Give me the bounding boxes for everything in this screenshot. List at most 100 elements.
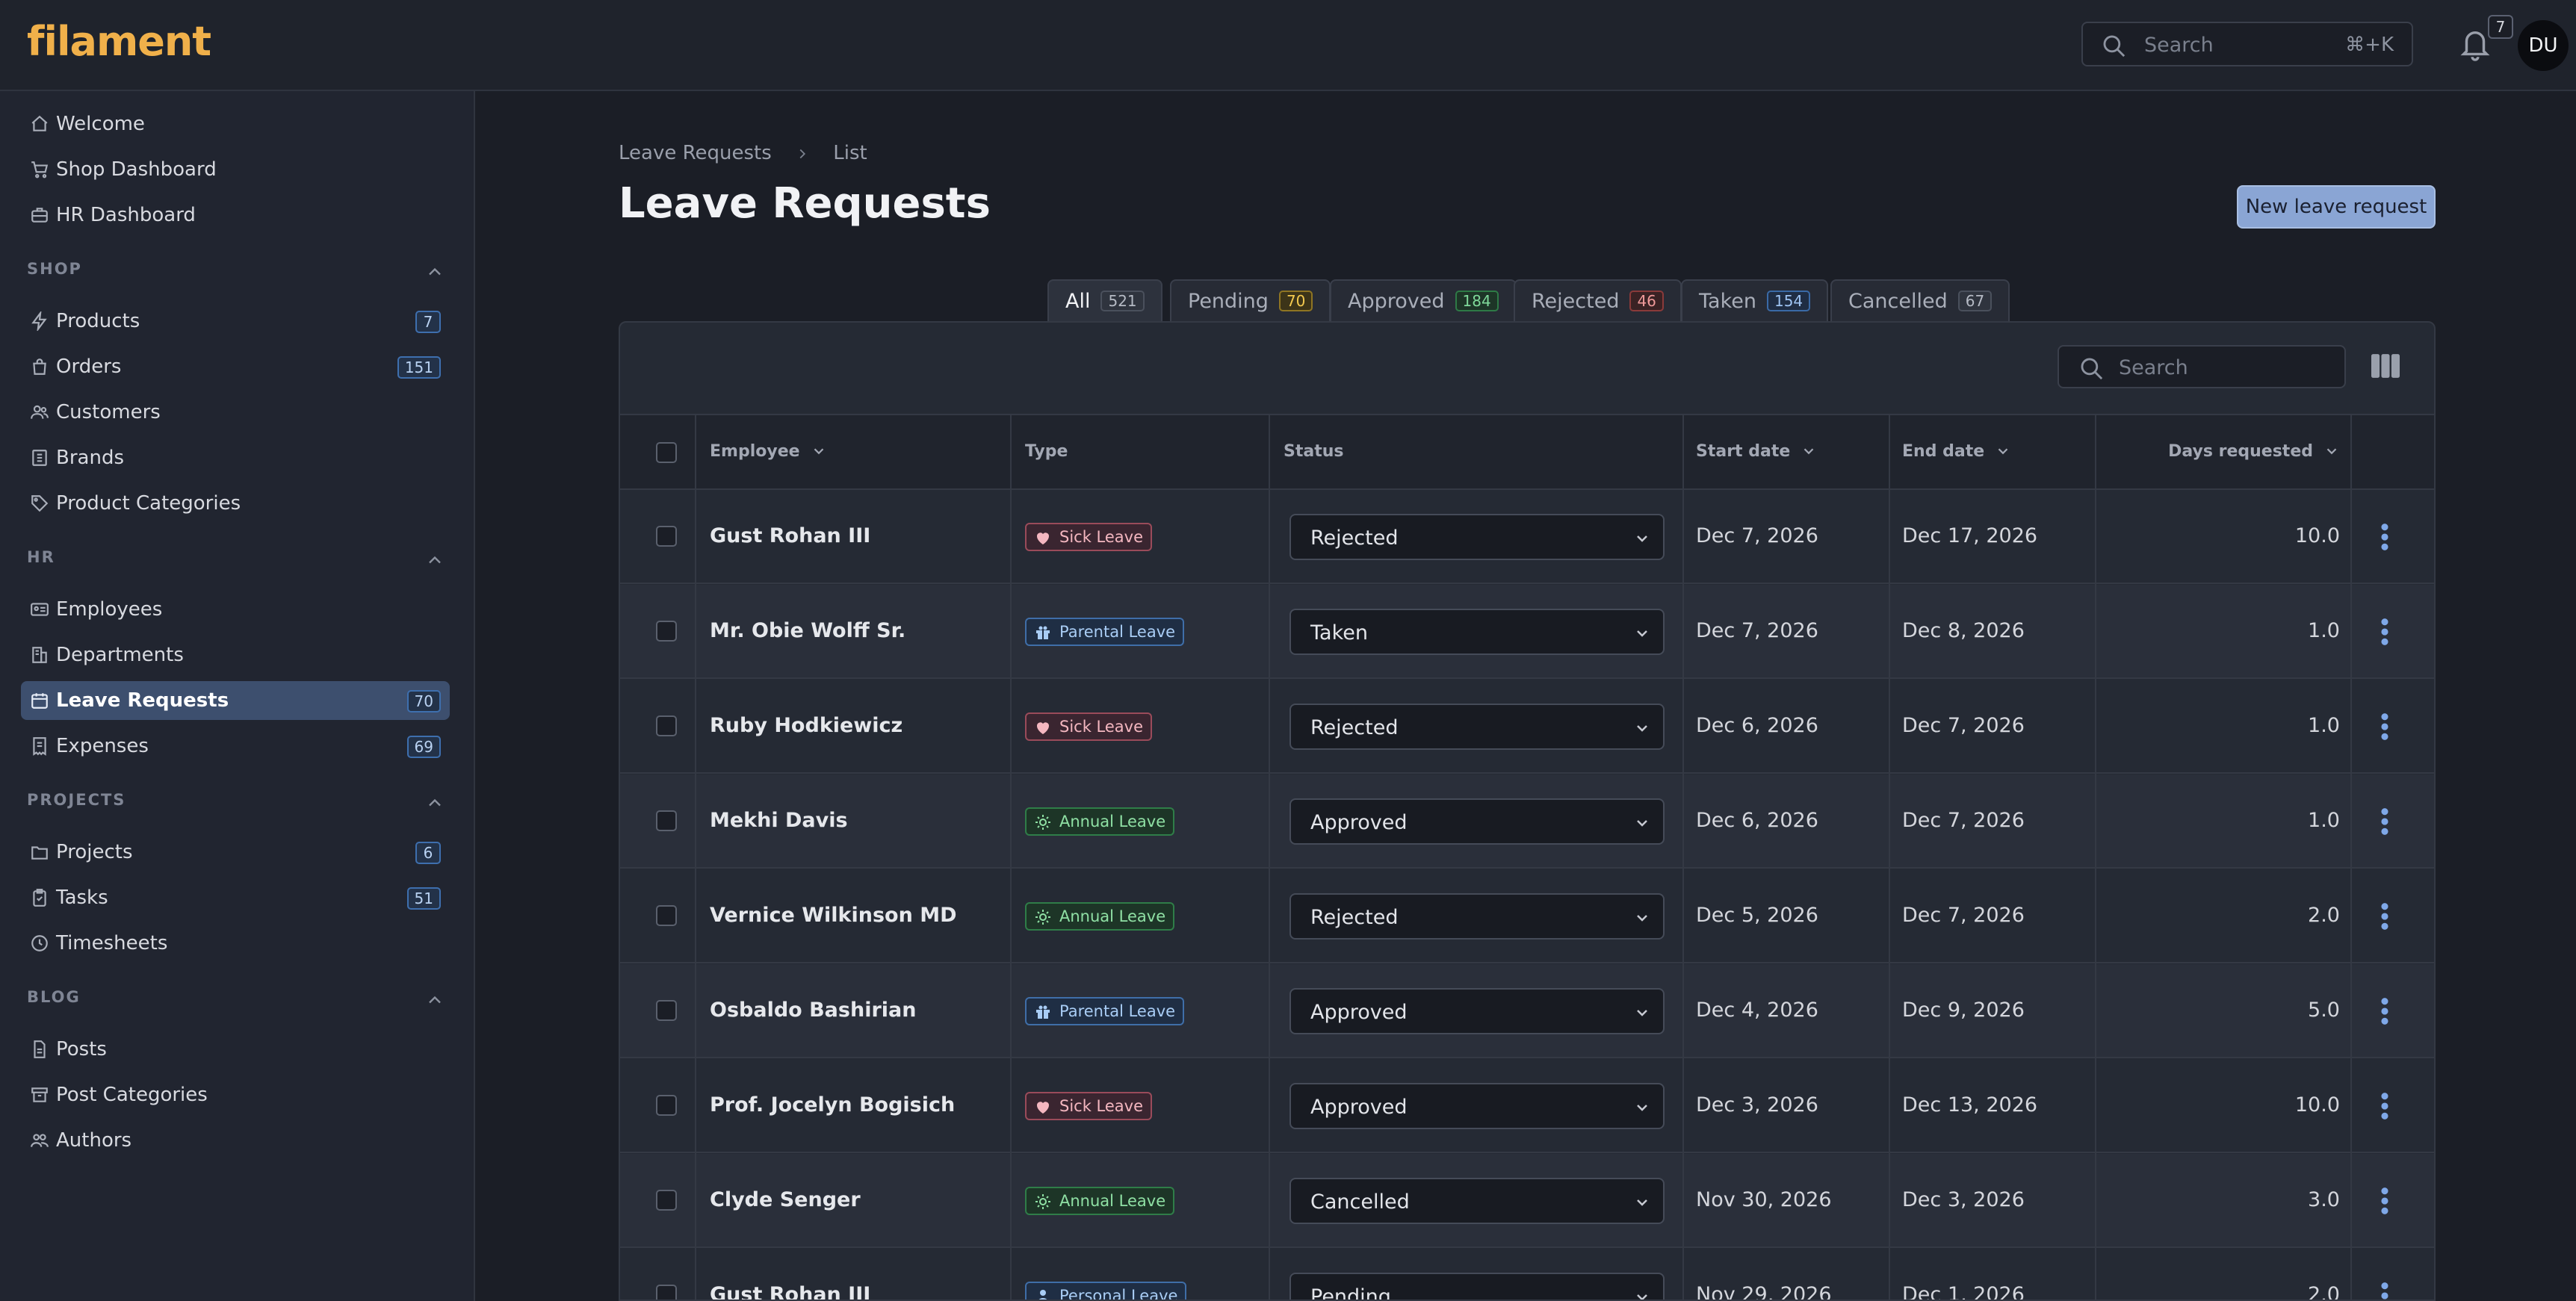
sidebar-item-tasks[interactable]: Tasks 51 xyxy=(21,878,450,917)
row-checkbox[interactable] xyxy=(656,1000,677,1021)
sidebar-item-post-categories[interactable]: Post Categories xyxy=(21,1075,450,1114)
more-actions-icon[interactable] xyxy=(2380,618,2389,646)
row-checkbox[interactable] xyxy=(656,621,677,642)
table-row[interactable]: Gust Rohan III Sick Leave Rejected Dec 7, 2… xyxy=(620,490,2434,584)
sidebar-item-label: Timesheets xyxy=(56,932,168,954)
sidebar-item-products[interactable]: Products 7 xyxy=(21,302,450,341)
sidebar-item-posts[interactable]: Posts xyxy=(21,1030,450,1069)
sidebar-item-shop-dashboard[interactable]: Shop Dashboard xyxy=(21,150,450,189)
sidebar-item-label: Product Categories xyxy=(56,492,241,515)
status-select[interactable]: Approved xyxy=(1289,798,1665,845)
breadcrumb-link[interactable]: Leave Requests xyxy=(619,142,772,164)
columns-icon[interactable] xyxy=(2371,354,2400,378)
tab-label: Approved xyxy=(1348,290,1445,313)
more-actions-icon[interactable] xyxy=(2380,1282,2389,1301)
status-select[interactable]: Rejected xyxy=(1289,514,1665,560)
column-header-start-date[interactable]: Start date xyxy=(1696,442,1817,461)
tab-approved[interactable]: Approved 184 xyxy=(1330,279,1517,323)
column-header-days-requested[interactable]: Days requested xyxy=(2168,442,2340,461)
table-row[interactable]: Mekhi Davis Annual Leave Approved Dec 6, 20… xyxy=(620,774,2434,869)
sidebar-item-authors[interactable]: Authors xyxy=(21,1121,450,1160)
start-date: Dec 5, 2026 xyxy=(1696,904,1818,927)
tab-taken[interactable]: Taken 154 xyxy=(1681,279,1829,323)
status-select[interactable]: Rejected xyxy=(1289,704,1665,750)
table-row[interactable]: Mr. Obie Wolff Sr. Parental Leave Taken Dec… xyxy=(620,585,2434,679)
sidebar-item-label: Posts xyxy=(56,1038,107,1061)
sidebar-item-badge: 69 xyxy=(406,736,441,758)
row-checkbox[interactable] xyxy=(656,905,677,926)
more-actions-icon[interactable] xyxy=(2380,902,2389,931)
tab-cancelled[interactable]: Cancelled 67 xyxy=(1830,279,2010,323)
days-requested: 10.0 xyxy=(2294,1093,2340,1117)
leave-type-badge: Sick Leave xyxy=(1025,1092,1153,1120)
row-checkbox[interactable] xyxy=(656,1190,677,1211)
app-logo[interactable]: filament xyxy=(27,18,211,65)
more-actions-icon[interactable] xyxy=(2380,523,2389,551)
more-actions-icon[interactable] xyxy=(2380,1092,2389,1120)
sidebar-item-label: Tasks xyxy=(56,887,108,909)
global-search-input[interactable]: Search ⌘+K xyxy=(2081,22,2413,66)
status-select[interactable]: Approved xyxy=(1289,1083,1665,1129)
column-divider xyxy=(1682,414,1684,1300)
sidebar-item-brands[interactable]: Brands xyxy=(21,438,450,477)
chevron-down-icon xyxy=(1637,915,1647,922)
column-header-end-date[interactable]: End date xyxy=(1902,442,2011,461)
chevron-down-icon xyxy=(1637,725,1647,732)
status-select[interactable]: Approved xyxy=(1289,988,1665,1034)
more-actions-icon[interactable] xyxy=(2380,807,2389,836)
chevron-up-icon xyxy=(429,996,441,1004)
tab-all[interactable]: All 521 xyxy=(1047,279,1162,323)
table-row[interactable]: Vernice Wilkinson MD Annual Leave Rejected… xyxy=(620,869,2434,963)
sidebar-item-welcome[interactable]: Welcome xyxy=(21,105,450,143)
sidebar-item-employees[interactable]: Employees xyxy=(21,590,450,629)
group-head-projects[interactable]: PROJECTS xyxy=(27,791,445,818)
chevron-down-icon xyxy=(1998,448,2008,455)
table-row[interactable]: Ruby Hodkiewicz Sick Leave Rejected Dec 6, … xyxy=(620,680,2434,774)
tab-pending[interactable]: Pending 70 xyxy=(1170,279,1331,323)
status-select[interactable]: Taken xyxy=(1289,609,1665,655)
table-row[interactable]: Clyde Senger Annual Leave Cancelled Nov 30,… xyxy=(620,1154,2434,1248)
avatar[interactable]: DU xyxy=(2518,20,2569,71)
row-checkbox[interactable] xyxy=(656,715,677,736)
tab-rejected[interactable]: Rejected 46 xyxy=(1514,279,1682,323)
column-header-employee[interactable]: Employee xyxy=(710,442,827,461)
receipt-icon xyxy=(33,737,46,756)
sidebar-item-leave-requests[interactable]: Leave Requests 70 xyxy=(21,681,450,720)
days-requested: 1.0 xyxy=(2308,714,2340,737)
sidebar-item-hr-dashboard[interactable]: HR Dashboard xyxy=(21,196,450,235)
row-checkbox[interactable] xyxy=(656,810,677,831)
group-head-shop[interactable]: SHOP xyxy=(27,260,445,287)
column-divider xyxy=(1010,414,1012,1300)
status-select[interactable]: Cancelled xyxy=(1289,1178,1665,1224)
group-head-hr[interactable]: HR xyxy=(27,548,445,575)
row-checkbox[interactable] xyxy=(656,526,677,547)
table-row[interactable]: Gust Rohan III Personal Leave Pending Nov 2… xyxy=(620,1249,2434,1301)
table-row[interactable]: Prof. Jocelyn Bogisich Sick Leave Approved… xyxy=(620,1059,2434,1153)
group-head-blog[interactable]: BLOG xyxy=(27,988,445,1015)
sidebar-item-timesheets[interactable]: Timesheets xyxy=(21,924,450,963)
end-date: Dec 9, 2026 xyxy=(1902,999,2025,1022)
sidebar-item-customers[interactable]: Customers xyxy=(21,393,450,432)
select-all-checkbox[interactable] xyxy=(656,442,677,463)
user-group-icon xyxy=(31,1134,49,1147)
row-checkbox[interactable] xyxy=(656,1095,677,1116)
sidebar-item-product-categories[interactable]: Product Categories xyxy=(21,484,450,523)
leave-type-badge: Sick Leave xyxy=(1025,523,1153,551)
sidebar-item-departments[interactable]: Departments xyxy=(21,636,450,674)
employee-name: Prof. Jocelyn Bogisich xyxy=(710,1093,956,1117)
status-select[interactable]: Rejected xyxy=(1289,893,1665,940)
status-select[interactable]: Pending xyxy=(1289,1273,1665,1300)
chevron-down-icon xyxy=(814,448,823,455)
building-icon xyxy=(32,450,47,466)
more-actions-icon[interactable] xyxy=(2380,997,2389,1025)
more-actions-icon[interactable] xyxy=(2380,712,2389,741)
sidebar-item-orders[interactable]: Orders 151 xyxy=(21,347,450,386)
table-search-input[interactable]: Search xyxy=(2058,345,2346,388)
sidebar-item-expenses[interactable]: Expenses 69 xyxy=(21,727,450,766)
sidebar-item-label: Customers xyxy=(56,401,161,423)
row-checkbox[interactable] xyxy=(656,1285,677,1300)
sidebar-item-projects[interactable]: Projects 6 xyxy=(21,833,450,872)
new-leave-request-button[interactable]: New leave request xyxy=(2237,185,2436,229)
table-row[interactable]: Osbaldo Bashirian Parental Leave Approved D… xyxy=(620,964,2434,1058)
more-actions-icon[interactable] xyxy=(2380,1187,2389,1215)
